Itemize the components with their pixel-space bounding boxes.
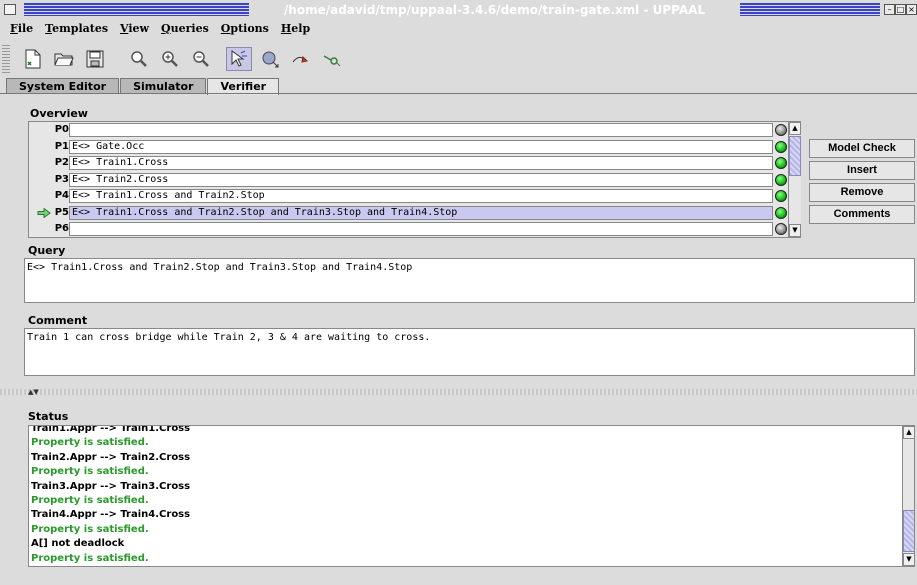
title-stripes-right — [740, 3, 880, 16]
new-document-icon[interactable] — [20, 47, 46, 71]
status-light-icon — [775, 173, 787, 186]
model-check-button[interactable]: Model Check — [809, 139, 915, 158]
menu-queries[interactable]: Queries — [155, 20, 215, 38]
status-line: Property is satisfied. — [31, 494, 149, 506]
minimize-icon[interactable]: – — [884, 4, 895, 15]
split-arrows-icon[interactable]: ▲▼ — [28, 389, 39, 396]
overview-row-p5[interactable]: P5 E<> Train1.Cross and Train2.Stop and … — [29, 205, 789, 221]
status-line: Train1.Appr --> Train1.Cross — [31, 425, 191, 434]
query-label: Query — [28, 244, 66, 257]
overview-row-p2[interactable]: P2 E<> Train1.Cross — [29, 155, 789, 171]
add-nail-icon[interactable] — [319, 47, 345, 71]
comments-button[interactable]: Comments — [809, 205, 915, 224]
overview-list: P0 P1 E<> Gate.Occ P2 E<> Train1.Cross P… — [28, 121, 801, 238]
overview-label: Overview — [30, 107, 88, 120]
row-id: P4 — [54, 190, 69, 201]
overview-row-p1[interactable]: P1 E<> Gate.Occ — [29, 139, 789, 155]
window-title: /home/adavid/tmp/uppaal-3.4.6/demo/train… — [283, 3, 706, 17]
comment-label: Comment — [28, 314, 88, 327]
status-light-icon — [775, 223, 787, 235]
toolbar-grip[interactable] — [2, 45, 10, 73]
add-edge-icon[interactable] — [288, 47, 314, 71]
scroll-thumb[interactable] — [903, 510, 914, 552]
scroll-thumb[interactable] — [789, 136, 801, 176]
query-field[interactable] — [69, 222, 773, 236]
status-light-icon — [775, 157, 787, 169]
row-id: P3 — [54, 173, 69, 185]
title-stripes-left — [24, 3, 249, 16]
status-light-icon — [775, 206, 787, 219]
status-line: Train2.Appr --> Train2.Cross — [31, 451, 191, 463]
insert-button[interactable]: Insert — [809, 161, 915, 180]
query-field[interactable]: E<> Train1.Cross — [69, 156, 773, 170]
save-disk-icon[interactable] — [82, 47, 108, 71]
scroll-up-icon[interactable]: ▲ — [789, 122, 801, 135]
menu-bar: File Templates View Queries Options Help — [0, 20, 917, 38]
overview-row-p4[interactable]: P4 E<> Train1.Cross and Train2.Stop — [29, 188, 789, 204]
status-line: Train3.Appr --> Train3.Cross — [31, 480, 191, 492]
status-label: Status — [28, 410, 69, 423]
query-field[interactable]: E<> Gate.Occ — [69, 139, 773, 154]
status-light-icon — [775, 124, 787, 136]
zoom-icon[interactable] — [126, 47, 152, 71]
menu-file[interactable]: File — [4, 20, 39, 38]
status-light-icon — [775, 190, 787, 202]
overview-scrollbar[interactable]: ▲ ▼ — [788, 122, 801, 237]
scroll-up-icon[interactable]: ▲ — [903, 426, 914, 439]
query-field[interactable]: E<> Train2.Cross — [69, 172, 773, 187]
status-line: Property is satisfied. — [31, 523, 149, 535]
split-pane-divider[interactable] — [0, 389, 917, 395]
status-line: Train4.Appr --> Train4.Cross — [31, 509, 191, 521]
toolbar — [0, 40, 917, 76]
window-menu-icon[interactable] — [4, 4, 16, 15]
status-light-icon — [775, 140, 787, 153]
row-id: P5 — [54, 206, 69, 218]
query-field[interactable] — [69, 123, 773, 137]
row-id: P0 — [54, 124, 69, 135]
row-id: P1 — [54, 140, 69, 152]
query-field[interactable]: E<> Train1.Cross and Train2.Stop — [69, 189, 773, 203]
tab-simulator[interactable]: Simulator — [120, 78, 207, 94]
scroll-down-icon[interactable]: ▼ — [903, 553, 914, 566]
maximize-icon[interactable]: □ — [895, 4, 906, 15]
tab-divider — [0, 93, 917, 94]
menu-options[interactable]: Options — [215, 20, 275, 38]
remove-button[interactable]: Remove — [809, 183, 915, 202]
status-scrollbar[interactable]: ▲ ▼ — [902, 426, 914, 566]
menu-help[interactable]: Help — [275, 20, 316, 38]
query-field[interactable]: E<> Train1.Cross and Train2.Stop and Tra… — [69, 205, 773, 220]
row-id: P6 — [54, 223, 69, 234]
menu-view[interactable]: View — [114, 20, 155, 38]
overview-row-p3[interactable]: P3 E<> Train2.Cross — [29, 172, 789, 188]
overview-row-p0[interactable]: P0 — [29, 122, 789, 138]
status-lines: Train1.Appr --> Train1.Cross Property is… — [29, 425, 191, 566]
status-line: Property is satisfied. — [31, 552, 149, 564]
menu-templates[interactable]: Templates — [39, 20, 114, 38]
query-textarea[interactable]: E<> Train1.Cross and Train2.Stop and Tra… — [24, 258, 915, 303]
status-line: Property is satisfied. — [31, 437, 149, 449]
select-arrow-icon[interactable] — [226, 47, 252, 71]
close-icon[interactable]: × — [906, 4, 917, 15]
comment-textarea[interactable]: Train 1 can cross bridge while Train 2, … — [24, 328, 915, 376]
open-folder-icon[interactable] — [51, 47, 77, 71]
add-location-icon[interactable] — [257, 47, 283, 71]
zoom-out-icon[interactable] — [188, 47, 214, 71]
scroll-down-icon[interactable]: ▼ — [789, 224, 801, 237]
status-line: Property is satisfied. — [31, 466, 149, 478]
tab-bar: System Editor Simulator Verifier — [6, 78, 280, 95]
side-buttons: Model Check Insert Remove Comments — [809, 139, 915, 227]
title-bar: /home/adavid/tmp/uppaal-3.4.6/demo/train… — [0, 0, 917, 20]
tab-system-editor[interactable]: System Editor — [6, 78, 120, 94]
status-line: A[] not deadlock — [31, 538, 125, 550]
status-log[interactable]: Train1.Appr --> Train1.Cross Property is… — [28, 425, 915, 567]
zoom-in-icon[interactable] — [157, 47, 183, 71]
overview-row-p6[interactable]: P6 — [29, 221, 789, 237]
row-id: P2 — [54, 157, 69, 168]
